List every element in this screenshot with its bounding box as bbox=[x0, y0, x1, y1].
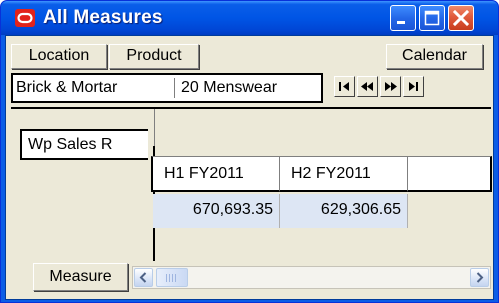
column-header-empty bbox=[408, 156, 492, 192]
all-measures-window: All Measures Location Product Calendar B… bbox=[0, 0, 499, 303]
title-bar[interactable]: All Measures bbox=[1, 1, 498, 35]
last-page-icon bbox=[409, 82, 418, 91]
row-header-wp-sales[interactable]: Wp Sales R bbox=[20, 129, 148, 160]
next-page-button[interactable] bbox=[380, 76, 401, 97]
maximize-icon bbox=[424, 10, 440, 26]
close-icon bbox=[452, 9, 470, 27]
row-header-area bbox=[11, 146, 155, 261]
first-page-icon bbox=[339, 82, 349, 91]
column-header-h2[interactable]: H2 FY2011 bbox=[280, 156, 408, 192]
calendar-dimension-button[interactable]: Calendar bbox=[386, 44, 483, 69]
grid-cell-h2[interactable]: 629,306.65 bbox=[280, 194, 408, 228]
measure-dimension-button[interactable]: Measure bbox=[33, 263, 128, 291]
location-filter-value[interactable]: Brick & Mortar bbox=[16, 78, 175, 98]
grid-cell-h1[interactable]: 670,693.35 bbox=[153, 194, 280, 228]
location-dimension-button[interactable]: Location bbox=[11, 44, 107, 69]
horizontal-scrollbar[interactable] bbox=[132, 266, 491, 289]
oracle-logo-icon bbox=[15, 9, 35, 27]
scroll-left-button[interactable] bbox=[134, 268, 153, 287]
next-page-icon bbox=[385, 82, 397, 91]
previous-page-button[interactable] bbox=[357, 76, 378, 97]
first-page-button[interactable] bbox=[334, 76, 355, 97]
scroll-right-button[interactable] bbox=[470, 268, 489, 287]
window-client-area: Location Product Calendar Brick & Mortar… bbox=[5, 35, 494, 300]
page-filter-bar: Brick & Mortar 20 Menswear bbox=[11, 73, 323, 103]
window-title: All Measures bbox=[43, 7, 163, 28]
scrollbar-thumb[interactable] bbox=[156, 268, 188, 287]
minimize-button[interactable] bbox=[390, 5, 416, 31]
product-filter-value[interactable]: 20 Menswear bbox=[181, 78, 277, 98]
grid-cell-empty bbox=[408, 194, 492, 228]
minimize-icon bbox=[397, 21, 405, 24]
close-button[interactable] bbox=[448, 5, 474, 31]
grip-icon bbox=[166, 274, 178, 282]
last-page-button[interactable] bbox=[403, 76, 424, 97]
previous-page-icon bbox=[361, 82, 373, 91]
column-header-h1[interactable]: H1 FY2011 bbox=[151, 156, 280, 192]
chevron-right-icon bbox=[476, 272, 484, 283]
maximize-button[interactable] bbox=[419, 5, 445, 31]
chevron-left-icon bbox=[139, 272, 147, 283]
product-dimension-button[interactable]: Product bbox=[109, 44, 199, 69]
